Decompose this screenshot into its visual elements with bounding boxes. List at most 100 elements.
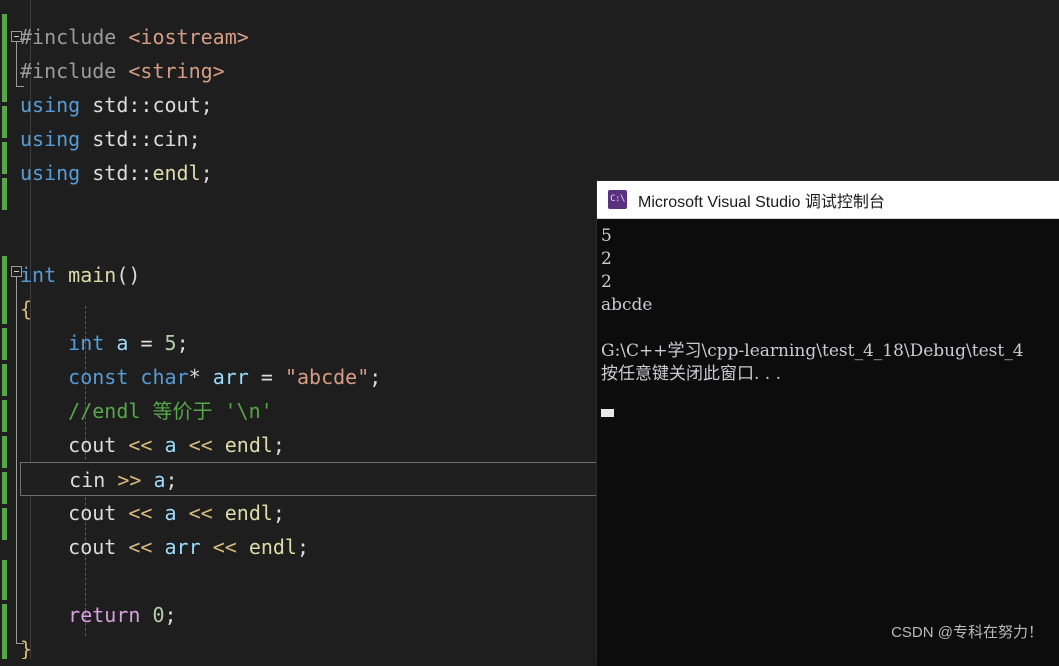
code-line[interactable]: cout << arr << endl; — [0, 530, 597, 564]
code-text-area[interactable]: #include <iostream> #include <string> usin… — [0, 0, 597, 659]
code-token: std — [92, 161, 129, 185]
code-line[interactable]: using std::endl; — [0, 156, 597, 190]
code-token: * — [188, 365, 213, 389]
code-token: ; — [200, 93, 213, 117]
code-token: //endl 等价于 '\n' — [68, 399, 273, 423]
code-token: ; — [200, 161, 213, 185]
console-title-bar[interactable]: C:\ Microsoft Visual Studio 调试控制台 — [597, 181, 1059, 219]
debug-console-window[interactable]: C:\ Microsoft Visual Studio 调试控制台 5 2 2 abc… — [597, 181, 1059, 666]
code-token: ; — [164, 603, 177, 627]
code-token: () — [116, 263, 141, 287]
console-app-icon: C:\ — [608, 190, 627, 209]
console-icon-label: C:\ — [610, 194, 625, 204]
code-token: return — [68, 603, 153, 627]
code-token: ; — [176, 331, 189, 355]
console-output-line: 2 — [601, 272, 612, 292]
code-token: char — [140, 365, 189, 389]
code-line[interactable]: //endl 等价于 '\n' — [0, 394, 597, 428]
code-token: using — [20, 161, 93, 185]
code-line-text: using std::cout; — [0, 88, 213, 122]
console-output-line: 按任意键关闭此窗口. . . — [601, 364, 782, 384]
code-line-text: cout << arr << endl; — [0, 530, 309, 564]
console-output-line: abcde — [601, 295, 653, 315]
code-line-text: //endl 等价于 '\n' — [0, 394, 273, 428]
code-token: cout — [68, 501, 129, 525]
code-token: <iostream> — [128, 25, 249, 49]
code-token: << — [188, 501, 225, 525]
code-token: endl — [224, 433, 273, 457]
code-token: a — [153, 468, 166, 492]
code-token: endl — [248, 535, 297, 559]
code-line-text: using std::endl; — [0, 156, 213, 190]
console-output-lines: 5 2 2 abcde G:\C++学习\cpp-learning\test_4_18… — [601, 225, 1059, 386]
code-line-text: int main() — [0, 258, 140, 292]
code-token: ; — [272, 501, 285, 525]
code-line-text: using std::cin; — [0, 122, 201, 156]
code-line-text: } — [0, 632, 32, 659]
code-token: endl — [224, 501, 273, 525]
console-output-area[interactable]: 5 2 2 abcde G:\C++学习\cpp-learning\test_4_18… — [597, 219, 1059, 666]
code-line[interactable]: const char* arr = "abcde"; — [0, 360, 597, 394]
code-token: >> — [117, 468, 154, 492]
code-line-text: const char* arr = "abcde"; — [0, 360, 381, 394]
code-line[interactable]: return 0; — [0, 598, 597, 632]
code-line[interactable]: #include <iostream> — [0, 20, 597, 54]
code-line[interactable]: int a = 5; — [0, 326, 597, 360]
code-token: a — [164, 433, 189, 457]
code-token: arr — [164, 535, 213, 559]
code-token: << — [212, 535, 249, 559]
code-line[interactable]: cout << a << endl; — [0, 428, 597, 462]
code-line-text: int a = 5; — [0, 326, 189, 360]
code-line[interactable]: int main() — [0, 258, 597, 292]
code-token: "abcde" — [284, 365, 370, 389]
code-token: endl — [152, 161, 201, 185]
code-token: 0 — [152, 603, 165, 627]
code-token: = — [140, 331, 165, 355]
code-token: ; — [188, 127, 201, 151]
code-line[interactable]: using std::cout; — [0, 88, 597, 122]
code-token: = — [260, 365, 285, 389]
watermark-label: CSDN @专科在努力！ — [891, 624, 1043, 641]
console-output-line: 5 — [601, 226, 612, 246]
code-token: { — [20, 297, 33, 321]
code-line-text: cout << a << endl; — [0, 496, 285, 530]
code-line-current[interactable]: cin >> a; — [20, 462, 597, 496]
code-token: << — [128, 535, 165, 559]
code-token: int — [20, 263, 69, 287]
code-token: std — [92, 93, 129, 117]
console-output-line: 2 — [601, 249, 612, 269]
code-token: main — [68, 263, 117, 287]
code-line[interactable]: cout << a << endl; — [0, 496, 597, 530]
code-line[interactable] — [0, 564, 597, 598]
code-token: ; — [369, 365, 382, 389]
code-line[interactable] — [0, 190, 597, 224]
code-token: #include — [20, 59, 129, 83]
code-token: cin — [69, 468, 118, 492]
code-line[interactable]: { — [0, 292, 597, 326]
code-token: const — [68, 365, 141, 389]
console-title-label: Microsoft Visual Studio 调试控制台 — [638, 193, 885, 211]
code-line[interactable]: #include <string> — [0, 54, 597, 88]
code-line[interactable]: } — [0, 632, 597, 659]
code-line-text: cin >> a; — [21, 463, 177, 497]
code-line[interactable] — [0, 224, 597, 258]
code-line-text: return 0; — [0, 598, 177, 632]
code-token: << — [128, 433, 165, 457]
console-output-line: G:\C++学习\cpp-learning\test_4_18\Debug\te… — [601, 341, 1024, 361]
code-token: << — [128, 501, 165, 525]
code-token: std — [92, 127, 129, 151]
code-line-text: #include <string> — [0, 54, 225, 88]
code-token: arr — [212, 365, 261, 389]
code-token: 5 — [164, 331, 177, 355]
code-token: << — [188, 433, 225, 457]
code-token: :: — [128, 127, 153, 151]
code-line-text: #include <iostream> — [0, 20, 249, 54]
code-token: cout — [68, 535, 129, 559]
code-token: a — [164, 501, 189, 525]
code-line[interactable]: using std::cin; — [0, 122, 597, 156]
code-token: :: — [128, 93, 153, 117]
code-token: int — [68, 331, 117, 355]
code-token: cout — [68, 433, 129, 457]
